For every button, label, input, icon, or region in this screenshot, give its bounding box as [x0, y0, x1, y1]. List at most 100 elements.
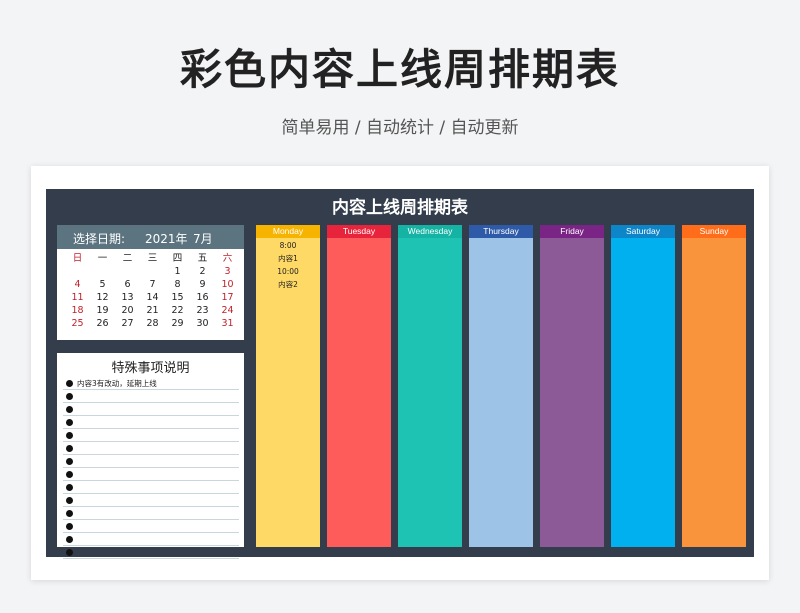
calendar-day[interactable]: 10	[215, 278, 240, 291]
calendar-day[interactable]: 3	[215, 265, 240, 278]
note-item[interactable]	[63, 390, 239, 403]
calendar-day[interactable]: 11	[65, 291, 90, 304]
calendar-day	[115, 265, 140, 278]
note-item[interactable]	[63, 494, 239, 507]
weekday-header: 三	[147, 253, 158, 264]
spreadsheet-preview: 内容上线周排期表 选择日期: 2021年 7月 日一二三四五六123456789…	[31, 166, 769, 580]
weekday-header: 六	[222, 253, 233, 264]
bullet-icon	[66, 445, 73, 452]
note-item[interactable]	[63, 416, 239, 429]
calendar-day[interactable]: 6	[115, 278, 140, 291]
note-item[interactable]	[63, 468, 239, 481]
bullet-icon	[66, 380, 73, 387]
calendar-grid: 日一二三四五六 1 2 3 4 5 6 7 8 9 10 11 12 13 14 15 16 17 18 19 20 21…	[65, 252, 240, 330]
calendar-day[interactable]: 14	[140, 291, 165, 304]
page-subtitle: 简单易用 / 自动统计 / 自动更新	[281, 118, 519, 138]
weekday-header: 一	[97, 253, 108, 264]
calendar-day[interactable]: 22	[165, 304, 190, 317]
day-column-monday: Monday 8:00 内容1 10:00 内容2	[256, 225, 320, 547]
calendar-day[interactable]: 19	[90, 304, 115, 317]
schedule-board: 内容上线周排期表 选择日期: 2021年 7月 日一二三四五六123456789…	[46, 189, 754, 559]
note-item[interactable]: 内容3有改动，延期上线	[63, 377, 239, 390]
note-item[interactable]	[63, 403, 239, 416]
calendar-widget: 选择日期: 2021年 7月 日一二三四五六 1 2 3 4 5 6 7 8 9 10 11 12 13 1…	[57, 225, 244, 340]
day-column-thursday: Thursday	[469, 225, 533, 547]
calendar-day[interactable]: 4	[65, 278, 90, 291]
note-item[interactable]	[63, 546, 239, 559]
schedule-entry: 8:00	[279, 241, 297, 250]
schedule-entry: 内容1	[278, 254, 298, 263]
calendar-day[interactable]: 17	[215, 291, 240, 304]
calendar-day[interactable]: 13	[115, 291, 140, 304]
year-selector[interactable]: 2021年	[145, 230, 188, 247]
calendar-day[interactable]: 16	[190, 291, 215, 304]
day-header: Friday	[540, 225, 604, 238]
bullet-icon	[66, 549, 73, 556]
page-title: 彩色内容上线周排期表	[179, 45, 620, 94]
calendar-day[interactable]: 1	[165, 265, 190, 278]
calendar-day[interactable]: 31	[215, 317, 240, 330]
date-select-label: 选择日期:	[73, 232, 126, 246]
day-schedule-cell[interactable]	[611, 238, 675, 547]
bullet-icon	[66, 510, 73, 517]
calendar-day[interactable]: 21	[140, 304, 165, 317]
bullet-icon	[66, 497, 73, 504]
day-schedule-cell[interactable]	[327, 238, 391, 547]
calendar-day[interactable]: 8	[165, 278, 190, 291]
calendar-day[interactable]: 29	[165, 317, 190, 330]
bullet-icon	[66, 432, 73, 439]
note-item[interactable]	[63, 455, 239, 468]
calendar-day[interactable]: 18	[65, 304, 90, 317]
calendar-day[interactable]: 15	[165, 291, 190, 304]
calendar-day	[140, 265, 165, 278]
calendar-day[interactable]: 25	[65, 317, 90, 330]
day-column-tuesday: Tuesday	[327, 225, 391, 547]
calendar-day[interactable]: 2	[190, 265, 215, 278]
note-item[interactable]	[63, 520, 239, 533]
notes-title: 特殊事项说明	[111, 361, 190, 376]
note-text: 内容3有改动，延期上线	[77, 379, 157, 388]
day-column-sunday: Sunday	[682, 225, 746, 547]
bullet-icon	[66, 393, 73, 400]
day-header: Saturday	[611, 225, 675, 238]
calendar-day[interactable]: 28	[140, 317, 165, 330]
schedule-entry: 内容2	[278, 280, 298, 289]
bullet-icon	[66, 419, 73, 426]
note-item[interactable]	[63, 533, 239, 546]
note-item[interactable]	[63, 442, 239, 455]
day-header: Sunday	[682, 225, 746, 238]
bullet-icon	[66, 406, 73, 413]
day-schedule-cell[interactable]	[540, 238, 604, 547]
note-item[interactable]	[63, 481, 239, 494]
notes-list: 内容3有改动，延期上线	[63, 377, 239, 559]
weekday-header: 二	[122, 253, 133, 264]
note-item[interactable]	[63, 507, 239, 520]
calendar-day[interactable]: 12	[90, 291, 115, 304]
day-header: Monday	[256, 225, 320, 238]
calendar-day	[90, 265, 115, 278]
calendar-header: 选择日期: 2021年 7月	[57, 225, 244, 249]
day-header: Wednesday	[398, 225, 462, 238]
calendar-day[interactable]: 9	[190, 278, 215, 291]
bullet-icon	[66, 458, 73, 465]
bullet-icon	[66, 536, 73, 543]
month-selector[interactable]: 7月	[193, 230, 213, 247]
calendar-day[interactable]: 7	[140, 278, 165, 291]
bullet-icon	[66, 471, 73, 478]
note-item[interactable]	[63, 429, 239, 442]
day-header: Tuesday	[327, 225, 391, 238]
calendar-day[interactable]: 26	[90, 317, 115, 330]
calendar-day[interactable]: 23	[190, 304, 215, 317]
calendar-day[interactable]: 24	[215, 304, 240, 317]
day-schedule-cell[interactable]: 8:00 内容1 10:00 内容2	[256, 238, 320, 547]
calendar-day[interactable]: 5	[90, 278, 115, 291]
day-schedule-cell[interactable]	[682, 238, 746, 547]
calendar-day[interactable]: 27	[115, 317, 140, 330]
day-schedule-cell[interactable]	[398, 238, 462, 547]
calendar-day[interactable]: 20	[115, 304, 140, 317]
day-schedule-cell[interactable]	[469, 238, 533, 547]
weekday-header: 四	[172, 253, 183, 264]
calendar-day	[65, 265, 90, 278]
weekday-header: 日	[72, 253, 83, 264]
calendar-day[interactable]: 30	[190, 317, 215, 330]
